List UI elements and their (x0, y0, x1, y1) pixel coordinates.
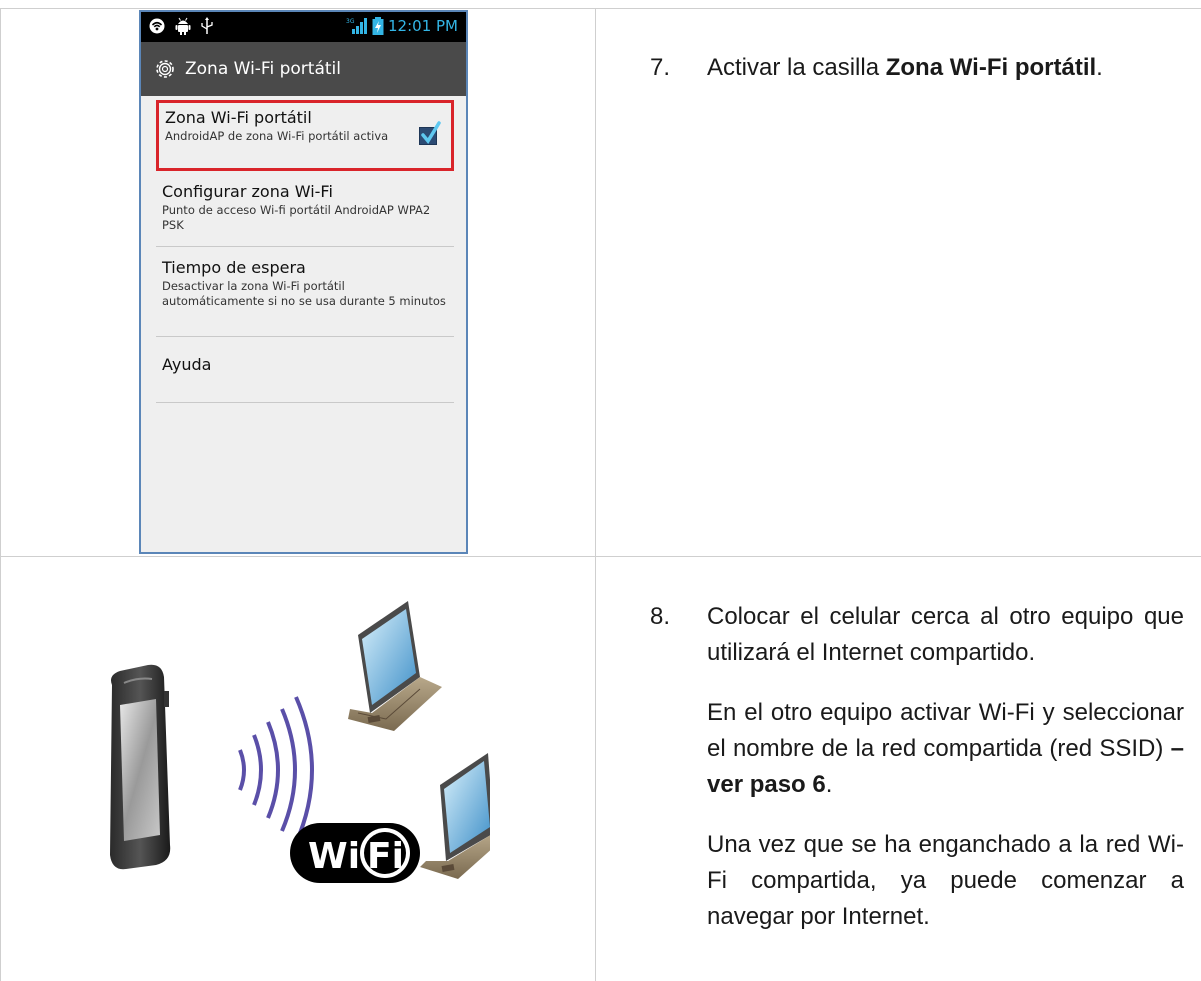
mobile-phone-icon (110, 664, 171, 870)
radio-waves-icon (238, 696, 314, 844)
step-8-paragraph-2: En el otro equipo activar Wi-Fi y selecc… (707, 699, 1184, 798)
settings-list: Zona Wi-Fi portátil AndroidAP de zona Wi… (156, 96, 454, 403)
step-7-text: Activar la casilla Zona Wi-Fi portátil. (707, 54, 1103, 81)
android-icon (175, 17, 191, 35)
hotspot-checkbox[interactable] (419, 121, 441, 145)
item-title: Ayuda (162, 355, 212, 374)
step-8-paragraph-1: Colocar el celular cerca al otro equipo … (707, 603, 1184, 666)
step-8: 8. Colocar el celular cerca al otro equi… (650, 599, 1184, 935)
item-subtitle: AndroidAP de zona Wi-Fi portátil activa (165, 129, 389, 143)
item-subtitle: Desactivar la zona Wi-Fi portátil automá… (162, 279, 446, 308)
signal-3g-icon: 3G (346, 18, 368, 34)
actionbar-title: Zona Wi-Fi portátil (185, 59, 341, 79)
configure-hotspot-item[interactable]: Configurar zona Wi-Fi Punto de acceso Wi… (156, 171, 454, 247)
wifi-sharing-illustration: Wi Fi (110, 601, 490, 883)
table-column-divider (595, 8, 596, 981)
table-left-border (0, 8, 1, 981)
svg-text:3G: 3G (346, 18, 355, 25)
gear-icon (156, 60, 174, 78)
phone-screenshot: 3G 12:01 PM Zona Wi-Fi portátil Zona Wi-… (139, 10, 468, 554)
table-row-divider (0, 556, 1201, 557)
step-number: 7. (650, 54, 671, 81)
help-item[interactable]: Ayuda (156, 337, 454, 403)
timeout-item[interactable]: Tiempo de espera Desactivar la zona Wi-F… (156, 247, 454, 337)
laptop-icon-top (348, 601, 442, 731)
item-title: Zona Wi-Fi portátil (165, 108, 312, 127)
item-title: Tiempo de espera (162, 258, 306, 277)
checkmark-icon (421, 121, 441, 144)
emphasis: Zona Wi-Fi portátil (885, 54, 1097, 81)
portable-hotspot-toggle-item[interactable]: Zona Wi-Fi portátil AndroidAP de zona Wi… (156, 100, 454, 171)
battery-charging-icon (372, 17, 384, 35)
svg-text:Fi: Fi (367, 836, 404, 877)
wifi-logo: Wi Fi (290, 823, 420, 883)
table-top-border (0, 8, 1201, 9)
svg-text:Wi: Wi (308, 836, 360, 877)
item-subtitle: Punto de acceso Wi-fi portátil AndroidAP… (162, 203, 431, 232)
step-number: 8. (650, 603, 671, 630)
usb-icon (201, 17, 213, 34)
laptop-icon-bottom (420, 753, 490, 879)
status-bar: 3G 12:01 PM (141, 12, 466, 42)
action-bar: Zona Wi-Fi portátil (141, 42, 466, 96)
item-title: Configurar zona Wi-Fi (162, 182, 333, 201)
step-7: 7. Activar la casilla Zona Wi-Fi portáti… (650, 50, 1180, 86)
step-8-paragraph-3: Una vez que se ha enganchado a la red Wi… (707, 831, 1184, 930)
wifi-hotspot-icon (149, 18, 165, 34)
status-clock: 12:01 PM (388, 17, 458, 35)
